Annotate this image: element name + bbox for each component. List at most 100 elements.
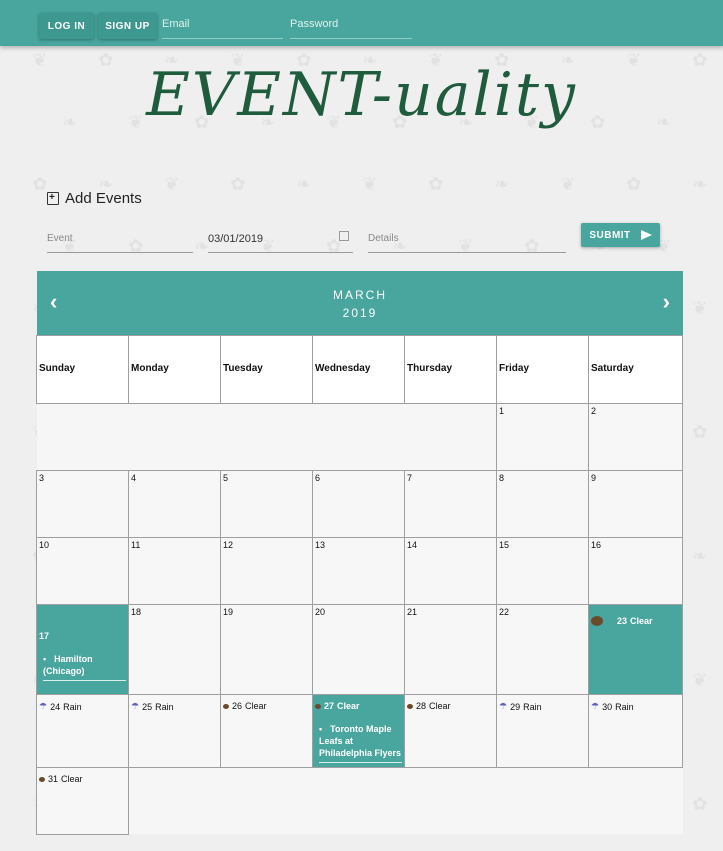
event-item[interactable]: Hamilton (Chicago): [43, 653, 126, 681]
day-number: 16: [591, 540, 602, 550]
signup-button[interactable]: SIGN UP: [98, 13, 157, 39]
weather-row: 28 Clear: [407, 701, 494, 711]
day-number: 18: [131, 607, 142, 617]
login-button[interactable]: LOG IN: [39, 13, 94, 39]
calendar-day-10[interactable]: 10: [36, 537, 129, 605]
date-input[interactable]: 03/01/2019: [208, 226, 353, 253]
calendar-icon[interactable]: [339, 231, 349, 241]
calendar-day-20[interactable]: 20: [312, 604, 405, 695]
weather-label: Clear: [429, 701, 451, 711]
day-number: 4: [131, 473, 137, 483]
day-header-label: Sunday: [39, 363, 76, 374]
day-number: 13: [315, 540, 326, 550]
day-number: 12: [223, 540, 234, 550]
event-item[interactable]: Toronto Maple Leafs at Philadelphia Flye…: [319, 723, 402, 763]
calendar-day-14[interactable]: 14: [404, 537, 497, 605]
day-header-label: Saturday: [591, 363, 634, 374]
top-bar: LOG IN SIGN UP Email Password: [0, 0, 723, 46]
site-title: EVENT-uality: [146, 60, 577, 130]
weather-row: 26 Clear: [223, 701, 310, 711]
calendar-day-2[interactable]: 2: [588, 403, 683, 471]
calendar-day-9[interactable]: 9: [588, 470, 683, 538]
sun-icon: [223, 703, 229, 709]
sun-icon: [39, 776, 45, 782]
weather-label: Rain: [63, 701, 82, 712]
add-events-label: Add Events: [65, 190, 142, 207]
submit-label: SUBMIT: [589, 229, 631, 241]
calendar-day-28[interactable]: 28 Clear: [404, 694, 497, 768]
day-number: 22: [499, 607, 510, 617]
submit-button[interactable]: SUBMIT: [581, 223, 660, 247]
calendar-day-11[interactable]: 11: [128, 537, 221, 605]
calendar-day-1[interactable]: 1: [496, 403, 589, 471]
calendar-header: ‹ MARCH 2019 ›: [37, 271, 683, 336]
sun-icon: [407, 703, 413, 709]
day-number: 21: [407, 607, 418, 617]
calendar-year: 2019: [342, 306, 378, 320]
email-field[interactable]: Email: [162, 14, 283, 39]
next-month-button[interactable]: ›: [663, 289, 670, 315]
calendar-day-16[interactable]: 16: [588, 537, 683, 605]
weather-label: Clear: [630, 616, 653, 626]
day-header-thursday: Thursday: [404, 335, 497, 404]
day-number: 19: [223, 607, 234, 617]
sun-icon: [315, 703, 321, 709]
day-number: 20: [315, 607, 326, 617]
day-number: 5: [223, 473, 229, 483]
day-number: 9: [591, 473, 597, 483]
calendar-day-7[interactable]: 7: [404, 470, 497, 538]
weather-row: ☂ 29 Rain: [499, 701, 586, 712]
calendar-month: MARCH: [333, 288, 387, 302]
weather-label: Clear: [245, 701, 267, 711]
rain-icon: ☂: [499, 701, 508, 711]
calendar-day-3[interactable]: 3: [36, 470, 129, 538]
day-number: 3: [39, 473, 45, 483]
day-header-label: Thursday: [407, 363, 453, 374]
day-number: 11: [131, 540, 141, 550]
calendar-day-6[interactable]: 6: [312, 470, 405, 538]
day-header-label: Wednesday: [315, 363, 371, 374]
calendar-day-18[interactable]: 18: [128, 604, 221, 695]
calendar-day-23[interactable]: 23 Clear: [588, 604, 683, 695]
calendar-day-13[interactable]: 13: [312, 537, 405, 605]
day-header-label: Friday: [499, 363, 530, 374]
calendar-day-24[interactable]: ☂ 24 Rain: [36, 694, 129, 768]
calendar-day-5[interactable]: 5: [220, 470, 313, 538]
day-number: 30: [602, 701, 613, 712]
calendar-grid: Sunday Monday Tuesday Wednesday Thursday Frid…: [36, 335, 683, 835]
calendar-day-21[interactable]: 21: [404, 604, 497, 695]
leaf-icon: ✿: [428, 174, 444, 195]
calendar-day-25[interactable]: ☂ 25 Rain: [128, 694, 221, 768]
calendar-day-26[interactable]: 26 Clear: [220, 694, 313, 768]
calendar-day-17[interactable]: 17 Hamilton (Chicago): [36, 604, 129, 695]
day-number: 2: [591, 406, 597, 416]
day-number: 10: [39, 540, 50, 550]
calendar-day-19[interactable]: 19: [220, 604, 313, 695]
calendar-day-30[interactable]: ☂ 30 Rain: [588, 694, 683, 768]
leaf-icon: ❧: [296, 174, 312, 195]
day-number: 8: [499, 473, 505, 483]
calendar-day-15[interactable]: 15: [496, 537, 589, 605]
calendar-day-12[interactable]: 12: [220, 537, 313, 605]
calendar-day-22[interactable]: 22: [496, 604, 589, 695]
calendar-day-8[interactable]: 8: [496, 470, 589, 538]
leaf-icon: ❦: [560, 174, 576, 195]
leaf-icon: ✿: [626, 174, 642, 195]
details-input[interactable]: Details: [368, 226, 566, 253]
weather-row: 31 Clear: [39, 774, 126, 784]
event-input[interactable]: Event: [47, 226, 193, 253]
send-icon: [640, 230, 652, 240]
weather-row: ☂ 25 Rain: [131, 701, 218, 712]
calendar-day-29[interactable]: ☂ 29 Rain: [496, 694, 589, 768]
rain-icon: ☂: [39, 701, 48, 711]
leaf-icon: ❧: [494, 174, 510, 195]
calendar-day-27[interactable]: 27Clear Toronto Maple Leafs at Philadelph…: [312, 694, 405, 768]
password-field[interactable]: Password: [290, 14, 412, 39]
calendar-day-31[interactable]: 31 Clear: [36, 767, 129, 835]
day-header-tuesday: Tuesday: [220, 335, 313, 404]
date-value: 03/01/2019: [208, 233, 264, 245]
leaf-icon: ❦: [692, 298, 708, 319]
day-header-saturday: Saturday: [588, 335, 683, 404]
calendar-day-4[interactable]: 4: [128, 470, 221, 538]
day-number: 23: [617, 616, 628, 626]
